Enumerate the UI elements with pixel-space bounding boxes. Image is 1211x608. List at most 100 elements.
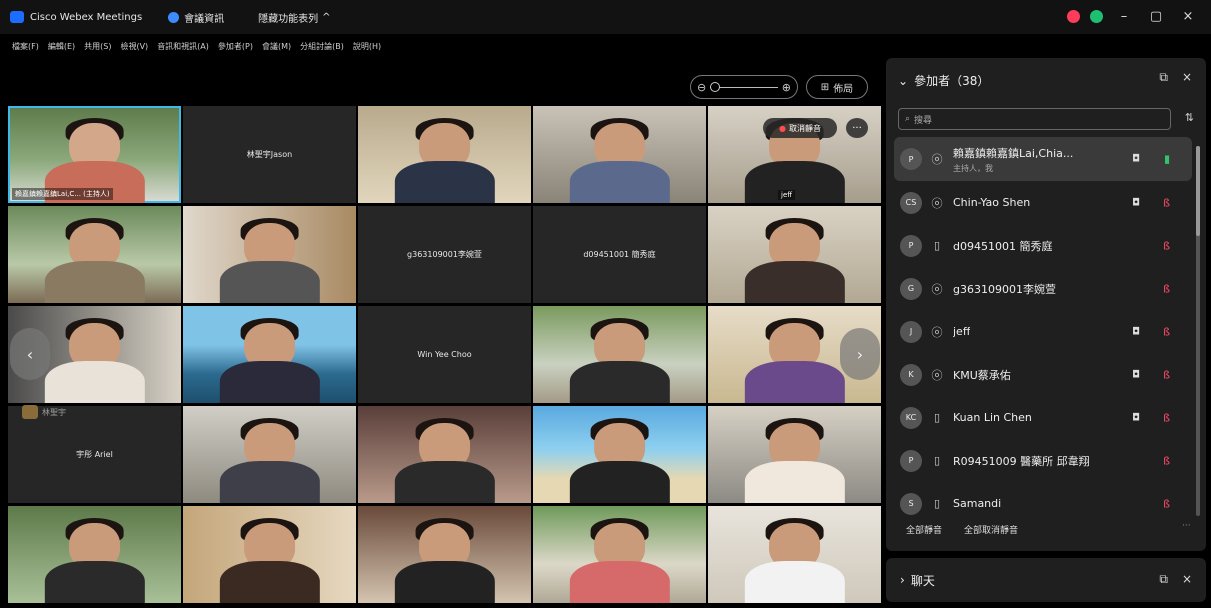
video-tile[interactable]: [533, 506, 706, 603]
video-tile-ariel[interactable]: 宇彤 Ariel: [8, 406, 181, 503]
participant-row[interactable]: P ▯ d09451001 簡秀庭 ß: [894, 224, 1192, 267]
zoom-in-icon[interactable]: ⊕: [782, 81, 791, 94]
menu-help[interactable]: 說明(H): [353, 41, 381, 52]
camera-icon[interactable]: ◘: [1132, 326, 1140, 337]
video-tile-win[interactable]: Win Yee Choo: [358, 306, 531, 403]
participant-row[interactable]: J ⓞ jeff ◘ ß: [894, 310, 1192, 353]
video-tile-g363[interactable]: g363109001李婉萱: [358, 206, 531, 303]
participant-name: Samandi: [953, 497, 1002, 510]
mute-all-button[interactable]: 全部靜音: [906, 523, 942, 536]
zoom-knob[interactable]: [710, 81, 721, 92]
participant-row[interactable]: S ▯ Samandi ß: [894, 482, 1192, 525]
video-tile[interactable]: [708, 506, 881, 603]
camera-icon[interactable]: ◘: [1132, 154, 1140, 165]
close-panel-icon[interactable]: ×: [1182, 70, 1192, 85]
close-chat-icon[interactable]: ×: [1182, 572, 1192, 587]
unmute-button[interactable]: ● 取消靜音: [763, 118, 837, 138]
restore-button[interactable]: ▢: [1145, 9, 1167, 24]
mic-muted-icon[interactable]: ß: [1163, 454, 1170, 467]
participant-row[interactable]: CS ⓞ Chin-Yao Shen ◘ ß: [894, 181, 1192, 224]
video-tile-jason[interactable]: 林聖宇Jason: [183, 106, 356, 203]
mic-muted-icon[interactable]: ß: [1163, 368, 1170, 381]
mic-on-icon[interactable]: ▮: [1164, 153, 1170, 166]
video-tile[interactable]: [358, 406, 531, 503]
prev-page-button[interactable]: ‹: [10, 328, 50, 380]
zoom-out-icon[interactable]: ⊖: [697, 81, 706, 94]
video-tile[interactable]: [183, 506, 356, 603]
video-tile[interactable]: [533, 306, 706, 403]
recording-status-icon[interactable]: [1067, 10, 1080, 23]
mic-muted-icon[interactable]: ß: [1163, 196, 1170, 209]
video-tile-d094[interactable]: d09451001 簡秀庭: [533, 206, 706, 303]
participant-row-self[interactable]: P ⓞ 賴嘉鎮賴嘉鎮Lai,Chia... 主持人，我 ◘ ▮: [894, 137, 1192, 181]
info-icon: [168, 11, 180, 23]
next-page-button[interactable]: ›: [840, 328, 880, 380]
video-tile[interactable]: [533, 106, 706, 203]
camera-icon[interactable]: ◘: [1132, 412, 1140, 423]
unmute-all-button[interactable]: 全部取消靜音: [964, 523, 1018, 536]
hide-menu-bar-button[interactable]: 隱藏功能表列 ^: [258, 10, 330, 25]
sort-icon[interactable]: ⇅: [1185, 111, 1194, 124]
mic-muted-icon[interactable]: ß: [1163, 239, 1170, 252]
minimize-button[interactable]: –: [1113, 9, 1135, 24]
video-tile[interactable]: [8, 506, 181, 603]
menu-participants[interactable]: 參加者(P): [218, 41, 253, 52]
participant-list: P ⓞ 賴嘉鎮賴嘉鎮Lai,Chia... 主持人，我 ◘ ▮ CS ⓞ Chi…: [894, 137, 1192, 525]
more-options-icon[interactable]: ···: [1182, 521, 1191, 531]
avatar: CS: [900, 191, 922, 214]
mic-muted-icon[interactable]: ß: [1163, 282, 1170, 295]
video-tile[interactable]: [183, 406, 356, 503]
video-tile-host[interactable]: 賴嘉鎮賴嘉鎮Lai,C... (主持人): [8, 106, 181, 203]
video-tile[interactable]: [708, 206, 881, 303]
chat-panel-header[interactable]: › 聊天 ⧉ ×: [886, 558, 1206, 602]
mic-muted-icon[interactable]: ß: [1163, 411, 1170, 424]
reaction-name: 林聖宇: [42, 407, 66, 417]
close-window-button[interactable]: ×: [1177, 9, 1199, 24]
menu-edit[interactable]: 編輯(E): [48, 41, 75, 52]
menu-view[interactable]: 檢視(V): [120, 41, 148, 52]
phone-icon: ▯: [933, 497, 941, 510]
pop-out-icon[interactable]: ⧉: [1159, 572, 1168, 587]
zoom-slider[interactable]: ⊖ ⊕: [690, 75, 798, 99]
chevron-down-icon[interactable]: ⌄: [898, 74, 908, 88]
participant-row[interactable]: G ⓞ g363109001李婉萱 ß: [894, 267, 1192, 310]
participant-row[interactable]: K ⓞ KMU蔡承佑 ◘ ß: [894, 353, 1192, 396]
participants-panel: ⌄ 參加者（38） ⧉ × ⌕ 搜尋 ⇅ P ⓞ 賴嘉鎮賴嘉鎮Lai,Chia.…: [886, 58, 1206, 551]
avatar: J: [900, 320, 922, 343]
menu-breakout[interactable]: 分組討論(B): [300, 41, 344, 52]
video-tile[interactable]: [708, 406, 881, 503]
video-tile[interactable]: [183, 206, 356, 303]
camera-icon[interactable]: ◘: [1132, 369, 1140, 380]
more-options-button[interactable]: ···: [846, 118, 868, 138]
chevron-right-icon[interactable]: ›: [900, 573, 905, 587]
participant-row[interactable]: P ▯ R09451009 醫藥所 邱韋翔 ß: [894, 439, 1192, 482]
scrollbar-thumb[interactable]: [1196, 146, 1200, 236]
participant-body: [219, 360, 320, 403]
connection-status-icon[interactable]: [1090, 10, 1103, 23]
tile-name: 宇彤 Ariel: [76, 450, 113, 459]
camera-icon[interactable]: ◘: [1132, 197, 1140, 208]
meeting-info-button[interactable]: 會議資訊: [168, 10, 224, 25]
menu-meeting[interactable]: 會議(M): [262, 41, 291, 52]
menu-audio-video[interactable]: 音訊和視訊(A): [157, 41, 209, 52]
video-tile[interactable]: [358, 106, 531, 203]
zoom-track[interactable]: [710, 81, 778, 92]
mic-muted-icon[interactable]: ß: [1163, 497, 1170, 510]
unmute-label: 取消靜音: [788, 123, 821, 133]
participant-scrollbar[interactable]: [1196, 146, 1200, 516]
search-input[interactable]: ⌕ 搜尋: [898, 108, 1171, 130]
panel-footer: 全部靜音 全部取消靜音 ···: [906, 521, 1191, 536]
layout-label: 佈局: [833, 83, 854, 95]
video-tile[interactable]: [183, 306, 356, 403]
menu-share[interactable]: 共用(S): [84, 41, 111, 52]
participants-header[interactable]: ⌄ 參加者（38）: [898, 72, 989, 89]
mic-muted-icon[interactable]: ß: [1163, 325, 1170, 338]
pop-out-icon[interactable]: ⧉: [1159, 70, 1168, 85]
participant-row[interactable]: KC ▯ Kuan Lin Chen ◘ ß: [894, 396, 1192, 439]
video-tile[interactable]: [533, 406, 706, 503]
video-tile[interactable]: [358, 506, 531, 603]
layout-button[interactable]: ⊞ 佈局: [806, 75, 868, 99]
headset-icon: ⓞ: [931, 153, 943, 166]
menu-file[interactable]: 檔案(F): [12, 41, 39, 52]
video-tile[interactable]: [8, 206, 181, 303]
